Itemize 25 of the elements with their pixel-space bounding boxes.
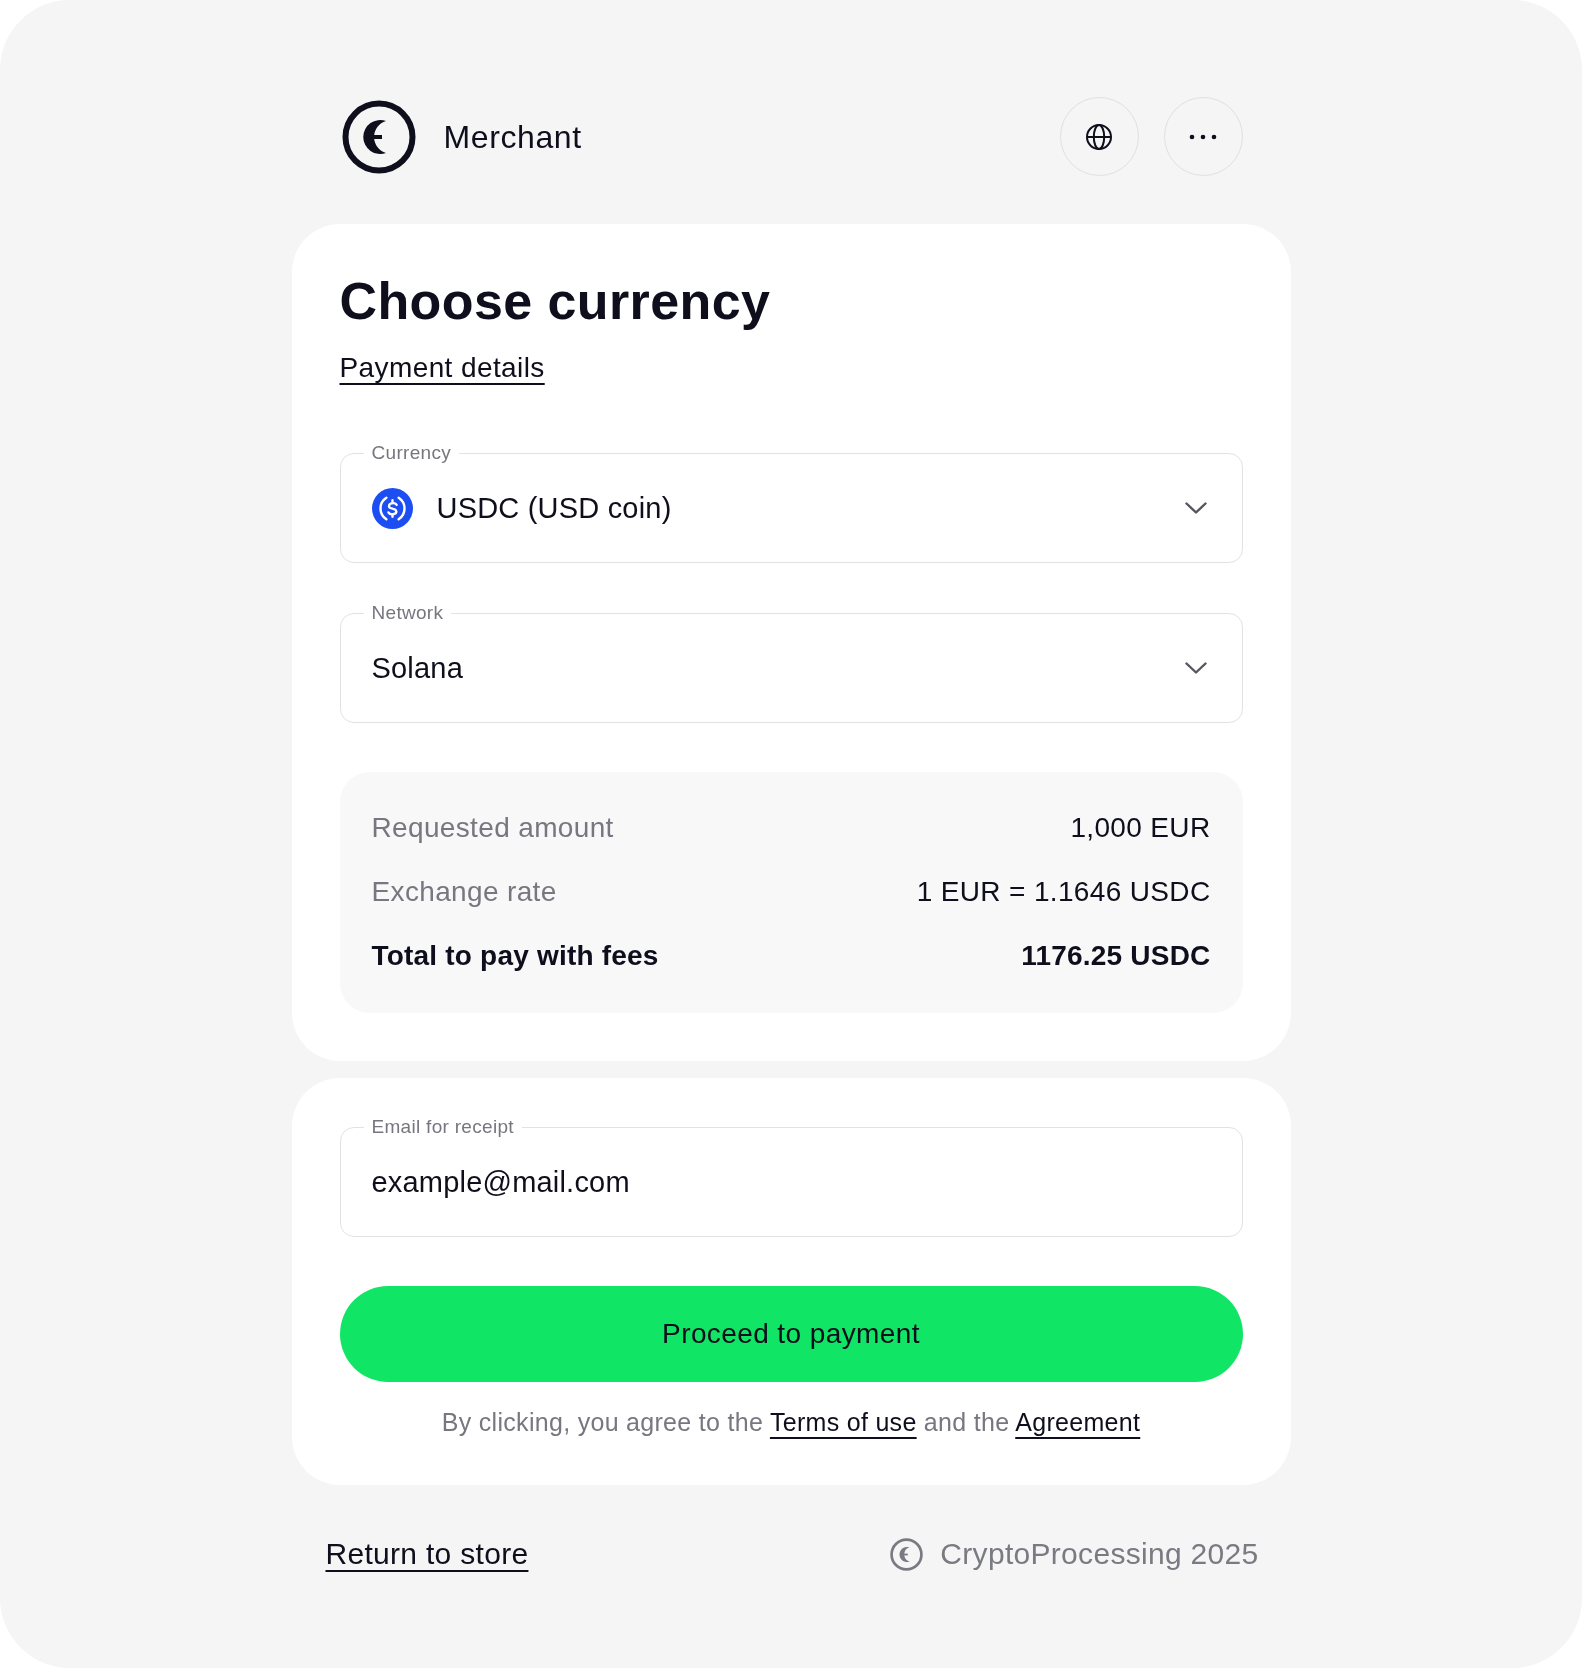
summary-label: Total to pay with fees (371, 939, 659, 973)
chevron-down-icon (1184, 502, 1207, 514)
summary-label: Requested amount (371, 811, 614, 845)
field-label: Currency (370, 442, 452, 464)
return-link[interactable]: Return to store (325, 1536, 529, 1572)
proceed-button[interactable]: Proceed to payment (339, 1286, 1243, 1382)
summary-value: 1 EUR = 1.1646 USDC (916, 875, 1211, 909)
payment-details-link[interactable]: Payment details (339, 351, 545, 385)
document-link[interactable]: Agreement (1015, 1408, 1141, 1436)
summary-value: 1176.25 USDC (1021, 939, 1211, 973)
copyright-text: CryptoProcessing 2025 (940, 1536, 1259, 1572)
logo-icon (890, 1537, 924, 1571)
chevron-down-icon (1184, 662, 1207, 674)
card-title: Choose currency (339, 271, 771, 332)
field-label: Email for receipt (370, 1116, 515, 1138)
coin-icon (371, 487, 413, 529)
logo-icon (341, 99, 416, 174)
document-link[interactable]: Terms of use (769, 1408, 917, 1436)
more-icon (1189, 133, 1217, 140)
terms-text: By clicking, you agree to the Terms of use and the Agreement (441, 1407, 1141, 1438)
summary-label: Exchange rate (371, 875, 557, 909)
merchant-name: Merchant (443, 117, 582, 157)
summary-value: 1,000 EUR (1070, 811, 1211, 845)
field-label: Network (370, 602, 445, 624)
globe-icon (1085, 122, 1113, 151)
